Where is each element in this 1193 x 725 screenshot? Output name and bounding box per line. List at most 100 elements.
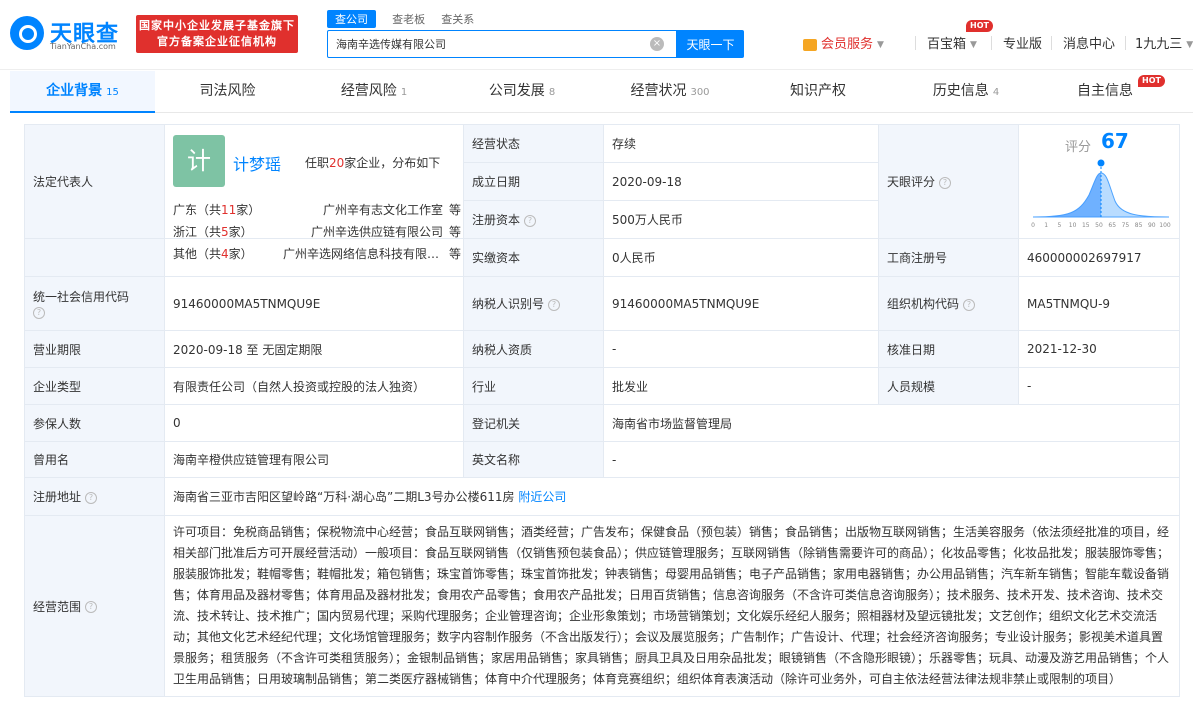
credit-code-label: 统一社会信用代码? bbox=[24, 276, 165, 331]
legal-rep-name[interactable]: 计梦瑶 bbox=[233, 151, 281, 175]
logo[interactable]: 天眼查 TianYanCha.com bbox=[10, 14, 130, 54]
region-prov-label: 其他（共 bbox=[173, 247, 222, 261]
org-code-label: 组织机构代码? bbox=[878, 276, 1019, 331]
type-value: 有限责任公司（自然人投资或控股的法人独资） bbox=[164, 367, 464, 405]
org-code-value: MA5TNMQU-9 bbox=[1018, 276, 1180, 331]
help-icon[interactable]: ? bbox=[85, 491, 98, 504]
region-prov: 浙江（共5家） bbox=[173, 223, 253, 240]
scope-value: 许可项目：免税商品销售；保税物流中心经营；食品互联网销售；酒类经营；广告发布；保… bbox=[164, 515, 1180, 697]
tab-label: 司法风险 bbox=[199, 83, 256, 99]
score-axis-tick: 0 bbox=[1031, 222, 1035, 229]
tab-ip[interactable]: 知识产权 bbox=[744, 71, 892, 113]
score-value: 67 bbox=[1101, 129, 1129, 153]
region-tail: 等 bbox=[449, 203, 462, 217]
legal-rep-cell: 计 计梦瑶 任职20家企业，分布如下 广东（共11家） 广州辛有志文化工作室 等… bbox=[164, 124, 464, 261]
score-marker-pin bbox=[1097, 159, 1105, 167]
divider bbox=[915, 36, 916, 50]
credit-code-value: 91460000MA5TNMQU9E bbox=[164, 276, 464, 331]
paid-capital-value: 0人民币 bbox=[603, 238, 879, 277]
score-label: 评分 bbox=[1065, 140, 1092, 155]
score-axis-tick: 85 bbox=[1135, 222, 1143, 229]
top-nav: 会员服务 ▼ 百宝箱 ▼ HOT 专业版 消息中心 1九九三 ▼ bbox=[803, 20, 1193, 53]
tab-count: 4 bbox=[992, 87, 1000, 98]
score-axis-tick: 15 bbox=[1082, 222, 1090, 229]
tab-label: 企业背景 bbox=[46, 83, 103, 99]
score-axis-tick: 100 bbox=[1159, 222, 1171, 229]
divider bbox=[991, 36, 992, 50]
summary-count: 20 bbox=[329, 156, 345, 170]
region-count: 11 bbox=[221, 203, 237, 217]
former-name-value: 海南辛橙供应链管理有限公司 bbox=[164, 441, 464, 478]
tab-count: 1 bbox=[400, 87, 408, 98]
scope-label: 经营范围? bbox=[24, 515, 165, 697]
message-center-link[interactable]: 消息中心 bbox=[1063, 33, 1115, 52]
score-axis-tick: 90 bbox=[1148, 222, 1156, 229]
tab-operation-risk[interactable]: 经营风险 1 bbox=[300, 71, 448, 113]
avatar[interactable]: 计 bbox=[173, 135, 225, 187]
english-name-label: 英文名称 bbox=[463, 441, 604, 478]
search-input[interactable] bbox=[328, 31, 638, 57]
status-label: 经营状态 bbox=[463, 124, 604, 163]
region-prov-label: 浙江（共 bbox=[173, 225, 222, 239]
region-org: 广州辛选供应链有限公司 bbox=[310, 225, 443, 239]
authority-value: 海南省市场监督管理局 bbox=[603, 404, 1180, 442]
nearby-companies-link[interactable]: 附近公司 bbox=[518, 490, 566, 504]
tab-label: 公司发展 bbox=[488, 83, 545, 99]
reg-no-value: 460000002697917 bbox=[1018, 238, 1180, 277]
summary-prefix: 任职 bbox=[305, 156, 330, 170]
founded-value: 2020-09-18 bbox=[603, 162, 879, 201]
region-count: 5 bbox=[221, 225, 229, 239]
score-axis-tick: 50 bbox=[1095, 222, 1103, 229]
user-menu[interactable]: 1九九三 ▼ bbox=[1135, 33, 1193, 52]
gov-badge-line1: 国家中小企业发展子基金旗下 bbox=[139, 19, 295, 32]
score-axis: 0 1 5 10 15 50 65 75 85 90 100 bbox=[1031, 222, 1171, 229]
address-label-text: 注册地址 bbox=[33, 490, 82, 504]
hot-badge: HOT bbox=[1138, 75, 1165, 87]
authority-label: 登记机关 bbox=[463, 404, 604, 442]
divider bbox=[1125, 36, 1126, 50]
region-tail: 等 bbox=[449, 247, 462, 261]
region-prov: 其他（共4家） bbox=[173, 245, 253, 262]
tab-background[interactable]: 企业背景 15 bbox=[10, 71, 155, 113]
help-icon[interactable]: ? bbox=[963, 298, 976, 311]
help-icon[interactable]: ? bbox=[939, 176, 952, 189]
term-label: 营业期限 bbox=[24, 330, 165, 368]
region-unit: 家） bbox=[228, 247, 253, 261]
chevron-down-icon: ▼ bbox=[970, 39, 977, 50]
tab-history[interactable]: 历史信息 4 bbox=[892, 71, 1040, 113]
region-org: 广州辛选网络信息科技有限公司 bbox=[283, 247, 443, 261]
score-cell[interactable]: 评分 67 0 1 5 10 15 50 65 75 85 90 100 bbox=[1018, 124, 1180, 239]
taxpayer-label-text: 纳税人识别号 bbox=[472, 297, 545, 311]
search-tab-company[interactable]: 查公司 bbox=[327, 10, 376, 28]
tab-development[interactable]: 公司发展 8 bbox=[448, 71, 596, 113]
org-code-label-text: 组织机构代码 bbox=[887, 297, 960, 311]
help-icon[interactable]: ? bbox=[33, 306, 45, 319]
search-tab-boss[interactable]: 查老板 bbox=[392, 11, 425, 27]
search-button[interactable]: 天眼一下 bbox=[677, 30, 744, 58]
score-axis-tick: 75 bbox=[1122, 222, 1130, 229]
baibaoxiang-label: 百宝箱 bbox=[927, 37, 967, 52]
search-tab-relation[interactable]: 查关系 bbox=[441, 11, 474, 27]
score-axis-tick: 10 bbox=[1069, 222, 1077, 229]
clear-icon[interactable]: × bbox=[650, 37, 664, 51]
help-icon[interactable]: ? bbox=[524, 214, 537, 227]
credit-code-label-text: 统一社会信用代码 bbox=[33, 290, 130, 304]
scope-label-text: 经营范围 bbox=[33, 599, 82, 614]
pro-version-link[interactable]: 专业版 bbox=[1003, 33, 1042, 52]
tab-label: 自主信息 bbox=[1077, 83, 1133, 99]
tab-judicial-risk[interactable]: 司法风险 bbox=[155, 71, 300, 113]
company-info-table: 法定代表人 计 计梦瑶 任职20家企业，分布如下 广东（共11家） 广州辛有志文… bbox=[24, 124, 1180, 697]
baibaoxiang-link[interactable]: 百宝箱 ▼ bbox=[927, 33, 977, 52]
tax-qual-value: - bbox=[603, 330, 879, 368]
tab-count: 8 bbox=[548, 87, 556, 98]
region-tail: 等 bbox=[449, 225, 462, 239]
help-icon[interactable]: ? bbox=[548, 298, 561, 311]
term-value: 2020-09-18 至 无固定期限 bbox=[164, 330, 464, 368]
logo-sub: TianYanCha.com bbox=[50, 42, 116, 51]
type-label: 企业类型 bbox=[24, 367, 165, 405]
staff-label: 人员规模 bbox=[878, 367, 1019, 405]
member-service-link[interactable]: 会员服务 ▼ bbox=[803, 33, 884, 52]
section-tabs: 企业背景 15 司法风险 经营风险 1 公司发展 8 经营状况 300 知识产权 历史信… bbox=[10, 71, 1193, 113]
help-icon[interactable]: ? bbox=[85, 601, 98, 613]
tab-business-status[interactable]: 经营状况 300 bbox=[596, 71, 744, 113]
